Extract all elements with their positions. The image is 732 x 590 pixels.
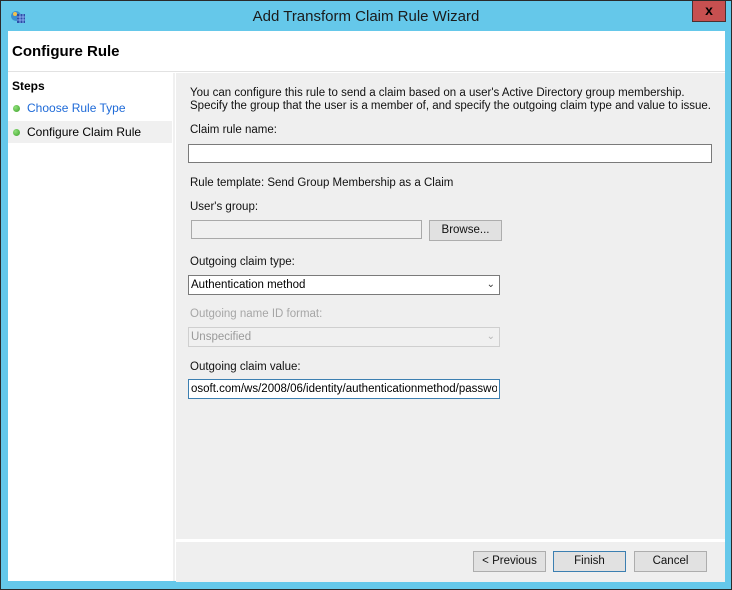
window-title: Add Transform Claim Rule Wizard — [252, 8, 480, 25]
step-complete-icon — [13, 105, 20, 112]
outgoing-claim-type-value: Authentication method — [191, 279, 306, 291]
description-text: You can configure this rule to send a cl… — [190, 87, 711, 112]
browse-button[interactable]: Browse... — [429, 220, 502, 241]
steps-title: Steps — [12, 79, 45, 93]
outgoing-claim-value-input[interactable] — [188, 379, 500, 399]
chevron-down-icon: ⌄ — [486, 279, 495, 290]
step-label: Configure Claim Rule — [27, 125, 142, 139]
steps-panel: Steps Choose Rule Type Configure Claim R… — [8, 73, 175, 581]
footer-bar: < Previous Finish Cancel — [176, 541, 725, 582]
finish-button[interactable]: Finish — [553, 551, 626, 572]
claim-rule-name-label: Claim rule name: — [190, 124, 277, 136]
claim-rule-name-input[interactable] — [188, 144, 712, 163]
title-bar[interactable]: Add Transform Claim Rule Wizard x — [1, 1, 731, 31]
cancel-button[interactable]: Cancel — [634, 551, 707, 572]
previous-button[interactable]: < Previous — [473, 551, 546, 572]
page-header: Configure Rule — [8, 31, 725, 72]
chevron-down-icon: ⌄ — [486, 331, 495, 342]
outgoing-name-id-format-select: Unspecified ⌄ — [188, 327, 500, 347]
outgoing-claim-type-select[interactable]: Authentication method ⌄ — [188, 275, 500, 295]
outgoing-name-id-format-value: Unspecified — [191, 331, 252, 343]
wizard-window: Add Transform Claim Rule Wizard x Config… — [0, 0, 732, 590]
step-label: Choose Rule Type — [27, 101, 126, 115]
page-title: Configure Rule — [12, 43, 120, 60]
wizard-client-area: Configure Rule Steps Choose Rule Type Co… — [8, 31, 725, 582]
outgoing-name-id-format-label: Outgoing name ID format: — [190, 308, 323, 320]
users-group-input[interactable] — [191, 220, 422, 239]
step-choose-rule-type[interactable]: Choose Rule Type — [8, 97, 172, 119]
rule-template-text: Rule template: Send Group Membership as … — [190, 177, 454, 189]
outgoing-claim-type-label: Outgoing claim type: — [190, 256, 295, 268]
outgoing-claim-value-label: Outgoing claim value: — [190, 361, 301, 373]
close-button[interactable]: x — [692, 1, 726, 22]
users-group-label: User's group: — [190, 201, 259, 213]
close-icon: x — [705, 2, 713, 18]
step-complete-icon — [13, 129, 20, 136]
step-configure-claim-rule: Configure Claim Rule — [8, 121, 172, 143]
content-panel: You can configure this rule to send a cl… — [176, 73, 725, 539]
